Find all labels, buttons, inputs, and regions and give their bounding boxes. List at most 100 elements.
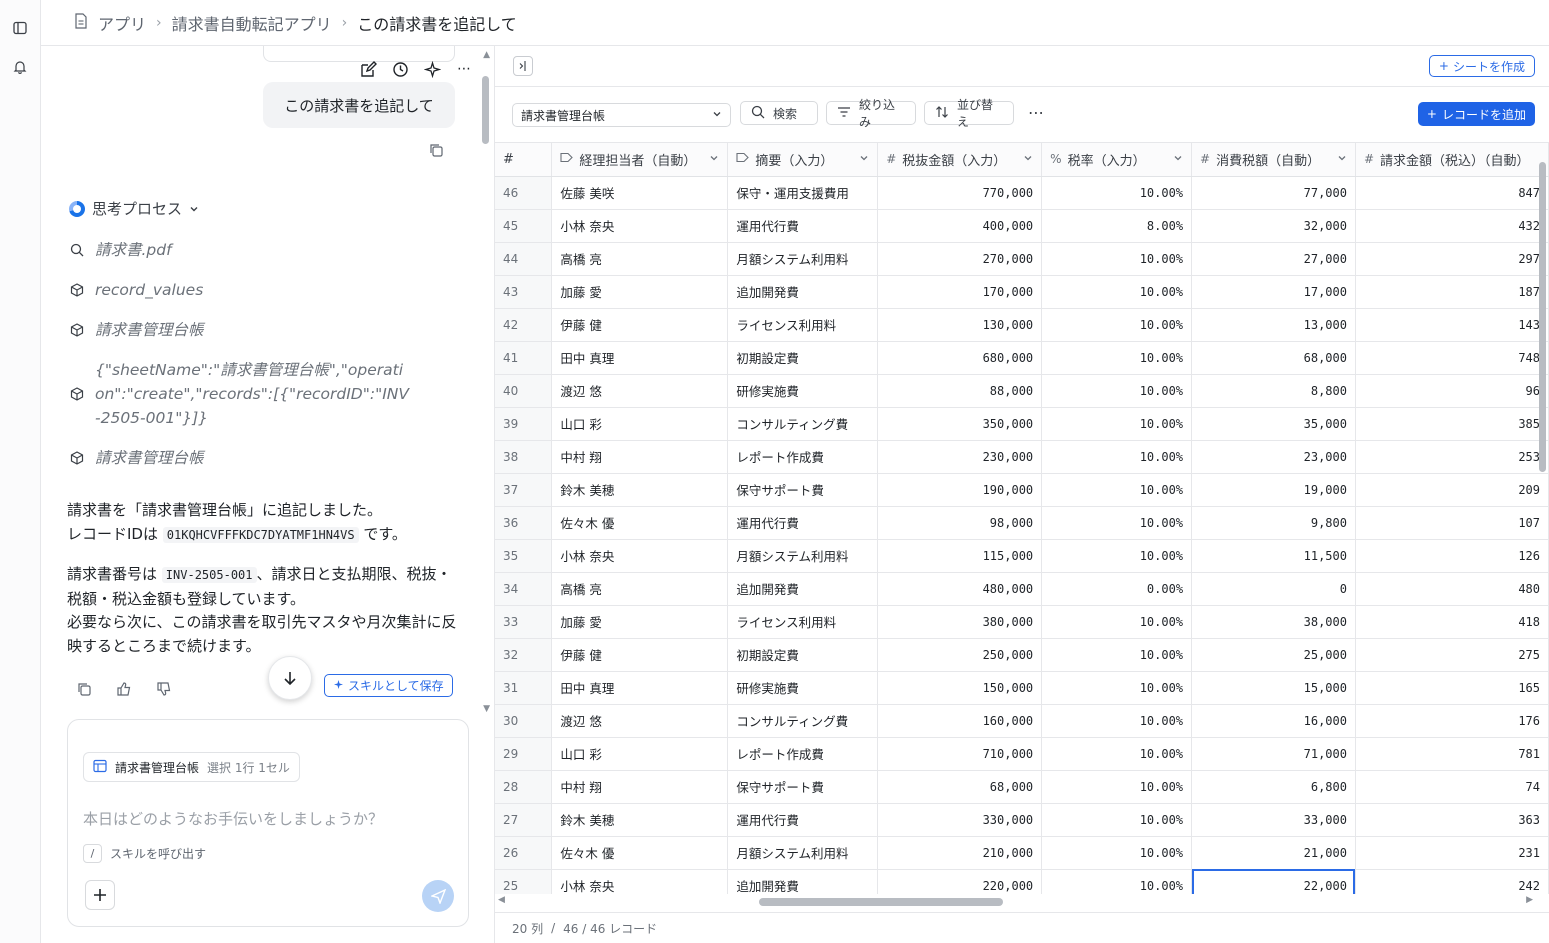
context-chip[interactable]: 請求書管理台帳 選択 1行 1セル bbox=[83, 752, 300, 782]
chevron-down-icon[interactable] bbox=[709, 152, 719, 167]
table-cell[interactable]: 11,500 bbox=[1191, 539, 1356, 573]
scroll-left-icon[interactable]: ◀ bbox=[498, 895, 505, 905]
table-row[interactable]: 31 田中 真理 研修実施費 150,000 10.00% 15,000 165 bbox=[495, 671, 1549, 705]
table-cell[interactable]: 高橋 亮 bbox=[551, 242, 729, 276]
table-cell[interactable]: 17,000 bbox=[1191, 275, 1356, 309]
table-cell[interactable]: 10.00% bbox=[1041, 407, 1193, 441]
table-cell[interactable]: 19,000 bbox=[1191, 473, 1356, 507]
table-cell[interactable]: 33,000 bbox=[1191, 803, 1356, 837]
table-cell[interactable]: 佐藤 美咲 bbox=[551, 176, 729, 210]
column-header[interactable]: # bbox=[495, 143, 553, 177]
table-cell[interactable]: 田中 真理 bbox=[551, 671, 729, 705]
table-cell[interactable]: 0 bbox=[1191, 572, 1356, 606]
grid-horizontal-scroll-thumb[interactable] bbox=[759, 898, 1003, 906]
table-cell[interactable]: 13,000 bbox=[1191, 308, 1356, 342]
table-cell[interactable]: 渡辺 悠 bbox=[551, 704, 729, 738]
table-cell[interactable]: 運用代行費 bbox=[727, 209, 879, 243]
grid-vertical-scroll-thumb[interactable] bbox=[1539, 162, 1546, 472]
more-icon[interactable]: ⋯ bbox=[455, 60, 473, 78]
table-cell[interactable]: 小林 奈央 bbox=[551, 869, 729, 894]
table-cell[interactable]: 432 bbox=[1355, 209, 1549, 243]
table-cell[interactable]: 加藤 愛 bbox=[551, 605, 729, 639]
table-cell[interactable]: 10.00% bbox=[1041, 803, 1193, 837]
table-cell[interactable]: 297 bbox=[1355, 242, 1549, 276]
table-cell[interactable]: 月額システム利用料 bbox=[727, 836, 879, 870]
table-cell[interactable]: 保守・運用支援費用 bbox=[727, 176, 879, 210]
table-row[interactable]: 34 高橋 亮追加開発費 480,000 0.00% 0 480 bbox=[495, 572, 1549, 606]
table-cell[interactable]: 160,000 bbox=[877, 704, 1043, 738]
table-cell[interactable]: 748 bbox=[1355, 341, 1549, 375]
table-cell[interactable]: 170,000 bbox=[877, 275, 1043, 309]
table-cell[interactable]: 270,000 bbox=[877, 242, 1043, 276]
column-header[interactable]: 摘要（入力） bbox=[727, 143, 879, 177]
table-cell[interactable]: 研修実施費 bbox=[727, 671, 879, 705]
table-cell[interactable]: 10.00% bbox=[1041, 176, 1193, 210]
table-row[interactable]: 32 伊藤 健初期設定費 250,000 10.00% 25,000 275 bbox=[495, 638, 1549, 672]
copy-icon[interactable] bbox=[75, 680, 93, 698]
table-cell[interactable]: 10.00% bbox=[1041, 704, 1193, 738]
table-cell[interactable]: 710,000 bbox=[877, 737, 1043, 771]
table-cell[interactable]: 68,000 bbox=[1191, 341, 1356, 375]
table-cell[interactable]: 10.00% bbox=[1041, 539, 1193, 573]
table-cell[interactable]: 運用代行費 bbox=[727, 506, 879, 540]
table-cell[interactable]: 山口 彩 bbox=[551, 737, 729, 771]
panel-toggle-icon[interactable] bbox=[513, 56, 533, 76]
table-cell[interactable]: 月額システム利用料 bbox=[727, 539, 879, 573]
table-cell[interactable]: 10.00% bbox=[1041, 341, 1193, 375]
table-cell[interactable]: 130,000 bbox=[877, 308, 1043, 342]
column-header[interactable]: % 税率（入力） bbox=[1041, 143, 1193, 177]
table-cell[interactable]: 保守サポート費 bbox=[727, 770, 879, 804]
table-row[interactable]: 38 中村 翔レポート作成費 230,000 10.00% 23,000 253 bbox=[495, 440, 1549, 474]
table-cell[interactable]: 480,000 bbox=[877, 572, 1043, 606]
table-cell[interactable]: 21,000 bbox=[1191, 836, 1356, 870]
table-row[interactable]: 36 佐々木 優運用代行費 98,000 10.00% 9,800 107 bbox=[495, 506, 1549, 540]
table-cell[interactable]: 佐々木 優 bbox=[551, 506, 729, 540]
table-cell[interactable]: 研修実施費 bbox=[727, 374, 879, 408]
table-cell[interactable]: 10.00% bbox=[1041, 308, 1193, 342]
thinking-process-toggle[interactable]: 思考プロセス bbox=[69, 198, 199, 219]
table-cell[interactable]: 680,000 bbox=[877, 341, 1043, 375]
table-cell[interactable]: 220,000 bbox=[877, 869, 1043, 894]
table-cell[interactable]: 10.00% bbox=[1041, 836, 1193, 870]
table-cell[interactable]: 242 bbox=[1355, 869, 1549, 894]
table-row[interactable]: 25 小林 奈央 追加開発費 220,000 10.00% 22,000 242 bbox=[495, 869, 1549, 894]
table-cell[interactable]: 10.00% bbox=[1041, 275, 1193, 309]
scroll-right-icon[interactable]: ▶ bbox=[1526, 895, 1533, 905]
save-as-skill-button[interactable]: スキルとして保存 bbox=[324, 674, 453, 697]
table-cell[interactable]: 400,000 bbox=[877, 209, 1043, 243]
table-row[interactable]: 44 高橋 亮月額システム利用料 270,000 10.00% 27,000 297 bbox=[495, 242, 1549, 276]
table-cell[interactable]: 847 bbox=[1355, 176, 1549, 210]
sidebar-toggle-icon[interactable] bbox=[10, 18, 30, 38]
table-cell[interactable]: 165 bbox=[1355, 671, 1549, 705]
table-cell[interactable]: 0.00% bbox=[1041, 572, 1193, 606]
column-header[interactable]: # 消費税額（自動） bbox=[1191, 143, 1356, 177]
table-cell[interactable]: 9,800 bbox=[1191, 506, 1356, 540]
search-button[interactable]: 検索 bbox=[740, 101, 818, 125]
table-cell[interactable]: 追加開発費 bbox=[727, 275, 879, 309]
scroll-up-icon[interactable]: ▲ bbox=[483, 50, 490, 60]
table-cell[interactable]: 8,800 bbox=[1191, 374, 1356, 408]
table-cell[interactable]: 10.00% bbox=[1041, 506, 1193, 540]
table-cell[interactable]: 10.00% bbox=[1041, 440, 1193, 474]
table-cell[interactable]: 鈴木 美穂 bbox=[551, 803, 729, 837]
sparkle-icon[interactable] bbox=[423, 60, 441, 78]
table-cell[interactable]: 中村 翔 bbox=[551, 770, 729, 804]
table-cell[interactable]: 88,000 bbox=[877, 374, 1043, 408]
grid-horizontal-scrollbar[interactable]: ◀ ▶ bbox=[495, 894, 1549, 908]
table-cell[interactable]: 126 bbox=[1355, 539, 1549, 573]
table-cell[interactable]: 10.00% bbox=[1041, 770, 1193, 804]
table-cell[interactable]: ライセンス利用料 bbox=[727, 605, 879, 639]
add-record-button[interactable]: + レコードを追加 bbox=[1417, 102, 1535, 126]
table-cell[interactable]: 418 bbox=[1355, 605, 1549, 639]
table-cell[interactable]: 加藤 愛 bbox=[551, 275, 729, 309]
table-cell[interactable]: 380,000 bbox=[877, 605, 1043, 639]
table-cell[interactable]: 中村 翔 bbox=[551, 440, 729, 474]
table-cell[interactable]: 98,000 bbox=[877, 506, 1043, 540]
breadcrumb-item-app[interactable]: 請求書自動転記アプリ bbox=[172, 11, 332, 35]
table-cell[interactable]: 71,000 bbox=[1191, 737, 1356, 771]
table-cell[interactable]: 176 bbox=[1355, 704, 1549, 738]
table-row[interactable]: 41 田中 真理 初期設定費 680,000 10.00% 68,000 748 bbox=[495, 341, 1549, 375]
chevron-down-icon[interactable] bbox=[1337, 152, 1347, 167]
table-cell[interactable]: 15,000 bbox=[1191, 671, 1356, 705]
sort-button[interactable]: 並び替え bbox=[924, 98, 1014, 129]
